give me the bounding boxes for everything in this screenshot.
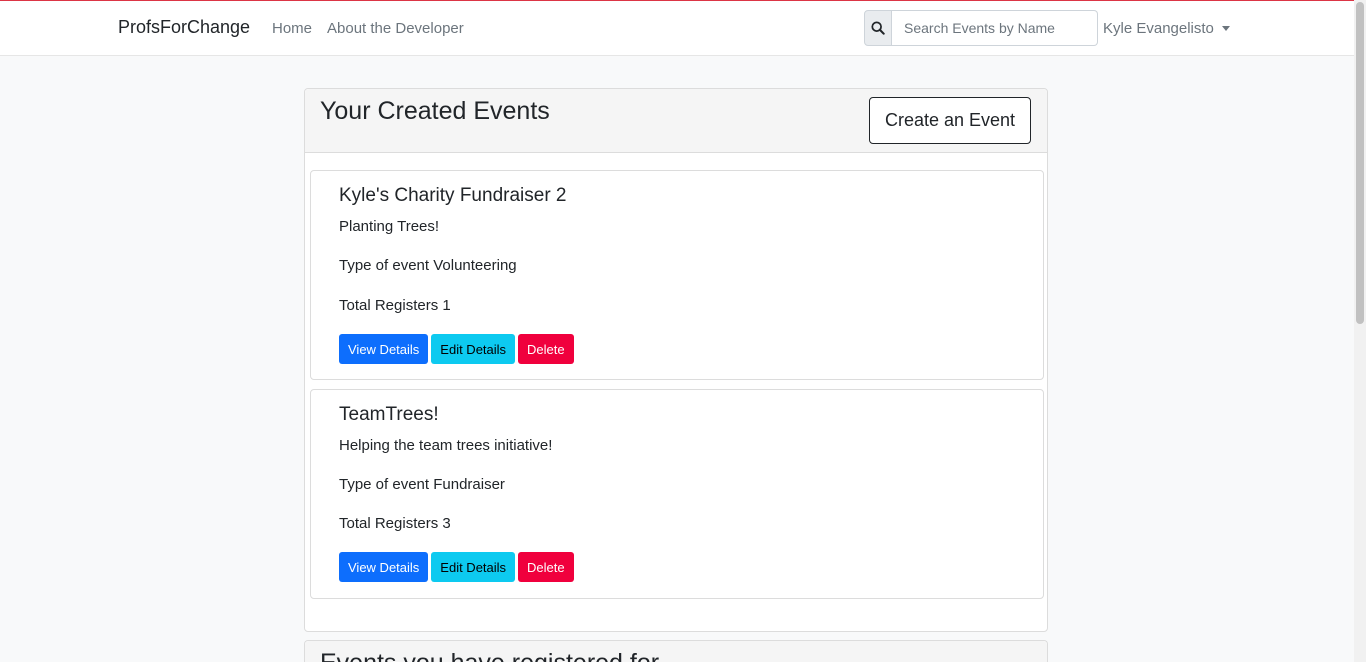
search-input[interactable] <box>892 10 1098 46</box>
user-dropdown[interactable]: Kyle Evangelisto <box>1103 20 1230 37</box>
created-events-panel: Your Created Events Create an Event Kyle… <box>304 88 1048 632</box>
scrollbar-thumb[interactable] <box>1356 2 1364 324</box>
event-actions: View Details Edit Details Delete <box>339 334 574 364</box>
edit-details-button[interactable]: Edit Details <box>431 334 516 364</box>
event-actions: View Details Edit Details Delete <box>339 552 574 582</box>
create-event-button[interactable]: Create an Event <box>869 97 1031 144</box>
delete-button[interactable]: Delete <box>518 334 574 364</box>
event-card: TeamTrees! Helping the team trees initia… <box>310 389 1044 599</box>
event-registers: Total Registers 1 <box>339 297 451 314</box>
user-name: Kyle Evangelisto <box>1103 20 1214 37</box>
view-details-button[interactable]: View Details <box>339 334 429 364</box>
created-events-header: Your Created Events Create an Event <box>305 89 1047 153</box>
registered-events-title: Events you have registered for <box>320 649 659 662</box>
search-group <box>864 10 1098 46</box>
search-button[interactable] <box>864 10 892 46</box>
event-card: Kyle's Charity Fundraiser 2 Planting Tre… <box>310 170 1044 380</box>
search-icon <box>871 21 885 35</box>
event-title: TeamTrees! <box>339 404 439 425</box>
brand-link[interactable]: ProfsForChange <box>118 17 250 38</box>
event-type: Type of event Fundraiser <box>339 476 505 493</box>
nav-link-home[interactable]: Home <box>272 20 312 37</box>
event-type: Type of event Volunteering <box>339 257 517 274</box>
edit-details-button[interactable]: Edit Details <box>431 552 516 582</box>
event-title: Kyle's Charity Fundraiser 2 <box>339 185 567 206</box>
registered-events-header: Events you have registered for <box>305 641 1047 662</box>
event-registers: Total Registers 3 <box>339 515 451 532</box>
navbar: ProfsForChange Home About the Developer … <box>0 1 1354 56</box>
event-description: Helping the team trees initiative! <box>339 437 553 454</box>
caret-down-icon <box>1221 26 1230 31</box>
nav-link-about-developer[interactable]: About the Developer <box>327 20 464 37</box>
delete-button[interactable]: Delete <box>518 552 574 582</box>
event-description: Planting Trees! <box>339 218 440 235</box>
created-events-title: Your Created Events <box>320 97 550 125</box>
view-details-button[interactable]: View Details <box>339 552 429 582</box>
registered-events-panel: Events you have registered for <box>304 640 1048 662</box>
